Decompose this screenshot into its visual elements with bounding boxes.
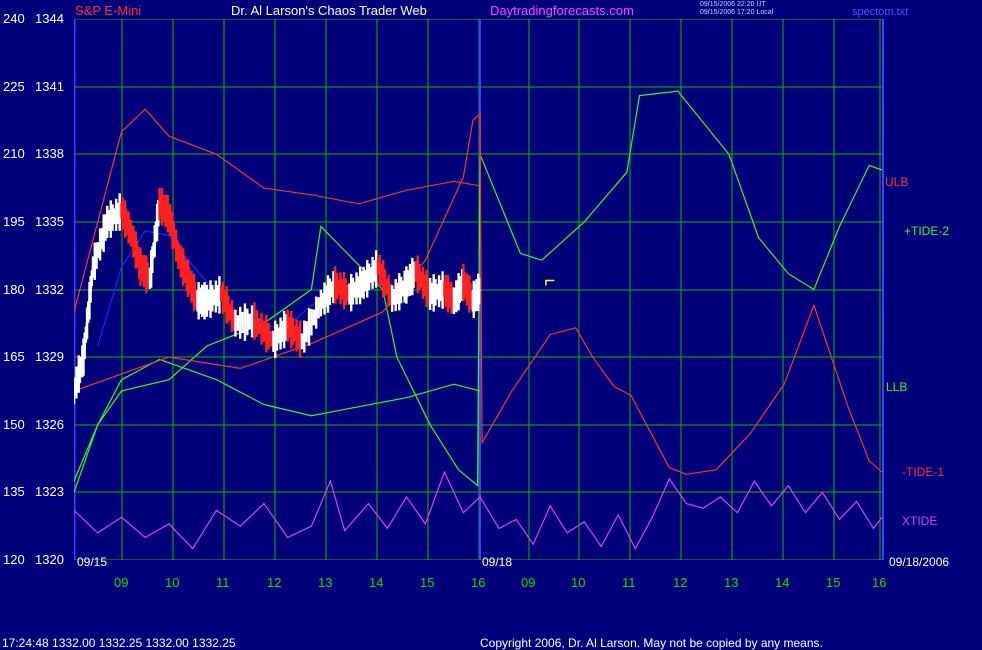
series-llb [74, 358, 481, 482]
y-inner-label: 1329 [35, 349, 64, 364]
y-inner-label: 1338 [35, 146, 64, 161]
current-price-marker [545, 279, 555, 286]
y-inner-label: 1326 [35, 417, 64, 432]
x-tick-label: 12 [267, 575, 282, 590]
y-inner-label: 1344 [35, 11, 64, 26]
xtide-label: XTIDE [902, 514, 938, 528]
x-tick-label: 11 [622, 575, 636, 590]
y-outer-label: 150 [3, 417, 25, 432]
x-tick-label: 11 [216, 575, 230, 590]
y-inner-label: 1341 [35, 79, 64, 94]
x-tick-label: 15 [826, 575, 841, 590]
y-outer-label: 165 [3, 349, 25, 364]
y-outer-label: 240 [3, 11, 25, 26]
y-outer-label: 195 [3, 214, 25, 229]
x-tick-label: 09 [521, 575, 536, 590]
y-outer-label: 225 [3, 79, 25, 94]
timestamp-local: 09/15/2006 17:20 Local [700, 9, 774, 16]
date-start-label: 09/15 [77, 555, 108, 569]
x-tick-label: 14 [369, 575, 384, 590]
ulb-label: ULB [885, 175, 909, 189]
x-tick-label: 10 [165, 575, 180, 590]
y-inner-label: 1332 [35, 282, 64, 297]
chart-title: Dr. Al Larson's Chaos Trader Web [231, 3, 427, 18]
file-label: spectom.txt [852, 6, 909, 18]
y-inner-label: 1320 [35, 552, 64, 567]
y-inner-label: 1323 [35, 484, 64, 499]
tide-minus-label: -TIDE-1 [902, 465, 944, 479]
x-tick-label: 16 [471, 575, 486, 590]
x-tick-label: 14 [775, 575, 790, 590]
x-tick-label: 10 [571, 575, 586, 590]
y-inner-label: 1335 [35, 214, 64, 229]
copyright: Copyright 2006, Dr. Al Larson. May not b… [480, 636, 823, 650]
chart-svg [74, 19, 884, 560]
x-tick-label: 09 [114, 575, 129, 590]
date-mid-label: 09/18 [482, 555, 513, 569]
chart-area [74, 19, 884, 560]
instrument-label: S&P E-Mini [75, 3, 142, 18]
tide-plus-label: +TIDE-2 [904, 224, 950, 238]
y-outer-label: 210 [3, 146, 25, 161]
x-tick-label: 12 [673, 575, 688, 590]
quote-line: 17:24:48 1332.00 1332.25 1332.00 1332.25 [2, 636, 236, 650]
y-outer-label: 120 [3, 552, 25, 567]
timestamp-ut: 09/15/2006 22:20 UT [700, 1, 766, 8]
x-tick-label: 16 [872, 575, 887, 590]
llb-label: LLB [886, 380, 908, 394]
x-tick-label: 13 [318, 575, 333, 590]
x-tick-label: 13 [724, 575, 739, 590]
y-outer-label: 180 [3, 282, 25, 297]
date-end-label: 09/18/2006 [889, 555, 950, 569]
y-outer-label: 135 [3, 484, 25, 499]
site-link[interactable]: Daytradingforecasts.com [490, 4, 634, 17]
x-tick-label: 15 [420, 575, 435, 590]
